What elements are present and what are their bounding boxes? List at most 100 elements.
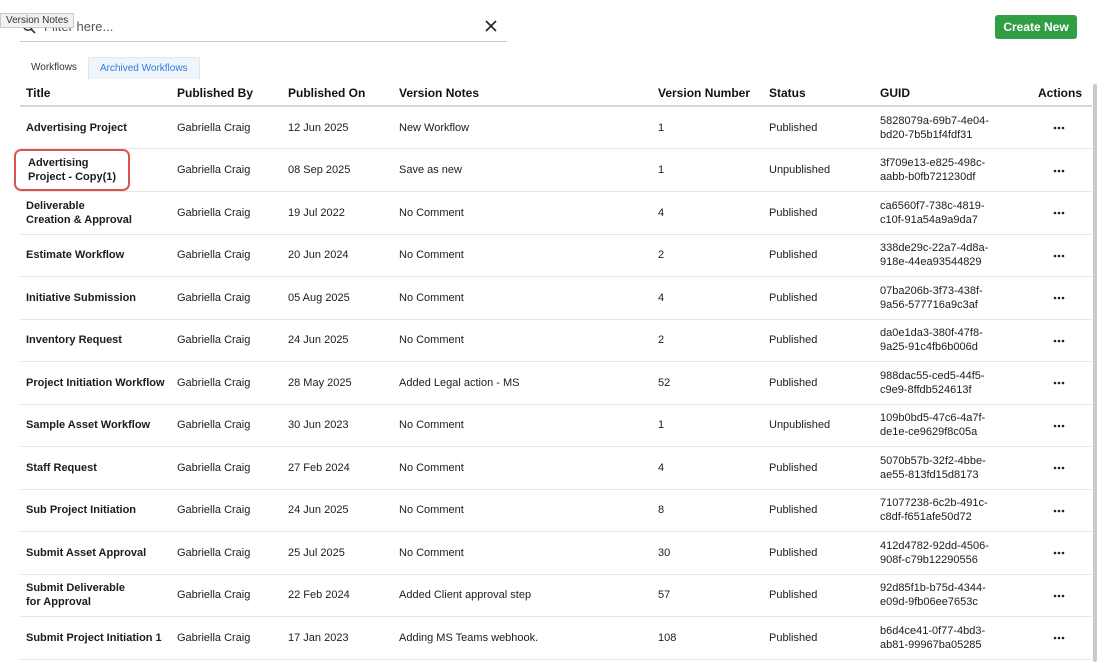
- cell-status-text: Published: [769, 121, 818, 134]
- column-header-published-on[interactable]: Published On: [282, 80, 393, 107]
- row-actions-button[interactable]: [1048, 461, 1070, 475]
- table-row[interactable]: Sub Project Initiation Gabriella Craig 24 …: [20, 489, 1092, 532]
- cell-version-notes: No Comment: [393, 276, 652, 320]
- cell-published-by-text: Gabriella Craig: [177, 376, 251, 389]
- cell-title: Advertising Project - Copy(1): [14, 148, 171, 192]
- cell-version-number-text: 57: [658, 589, 671, 602]
- column-header-published-by[interactable]: Published By: [171, 80, 282, 107]
- cell-version-notes: No Comment: [393, 404, 652, 447]
- cell-published-on: 20 Jun 2024: [282, 234, 393, 277]
- table-row[interactable]: Advertising Project Gabriella Craig 12 Jun…: [20, 106, 1092, 149]
- row-actions-button[interactable]: [1048, 291, 1070, 305]
- column-header-version-number[interactable]: Version Number: [652, 80, 763, 107]
- column-header-version-notes[interactable]: Version Notes: [393, 80, 652, 107]
- row-actions-button[interactable]: [1048, 589, 1070, 603]
- cell-status: Published: [763, 106, 874, 149]
- cell-published-on: 22 Feb 2024: [282, 574, 393, 617]
- table-row[interactable]: Staff Request Gabriella Craig 27 Feb 2024 N…: [20, 446, 1092, 490]
- cell-title-text[interactable]: Advertising Project: [26, 121, 165, 135]
- cell-actions: [1026, 234, 1092, 277]
- cell-guid-text: 07ba206b-3f73-438f- 9a56-577716a9c3af: [880, 284, 983, 311]
- table-row[interactable]: Submit Project Initiation 1 Gabriella Cra…: [20, 616, 1092, 660]
- cell-version-notes-text: No Comment: [399, 291, 464, 304]
- table-row[interactable]: Estimate Workflow Gabriella Craig 20 Jun 2…: [20, 234, 1092, 277]
- cell-guid: 07ba206b-3f73-438f- 9a56-577716a9c3af: [874, 276, 1026, 320]
- row-actions-button[interactable]: [1048, 206, 1070, 220]
- column-header-guid[interactable]: GUID: [874, 80, 1026, 107]
- cell-version-number-text: 4: [658, 291, 665, 304]
- cell-version-notes-text: No Comment: [399, 546, 464, 559]
- table-row[interactable]: Deliverable Creation & Approval Gabriella…: [20, 191, 1092, 235]
- vertical-scrollbar[interactable]: [1093, 84, 1097, 662]
- row-actions-button[interactable]: [1048, 249, 1070, 263]
- column-header-status[interactable]: Status: [763, 80, 874, 107]
- cell-status: Published: [763, 234, 874, 277]
- filter-input[interactable]: [44, 19, 474, 34]
- tab-archived-workflows[interactable]: Archived Workflows: [87, 57, 200, 79]
- table-row[interactable]: Inventory Request Gabriella Craig 24 Jun 2…: [20, 319, 1092, 362]
- cell-title-text[interactable]: Inventory Request: [26, 333, 165, 347]
- more-horizontal-icon: [1053, 211, 1065, 215]
- row-actions-button[interactable]: [1048, 164, 1070, 178]
- cell-status-text: Published: [769, 291, 818, 304]
- cell-status: Published: [763, 531, 874, 575]
- more-horizontal-icon: [1053, 381, 1065, 385]
- cell-status: Published: [763, 489, 874, 532]
- table-row[interactable]: Initiative Submission Gabriella Craig 05 A…: [20, 276, 1092, 320]
- table-row[interactable]: Sample Asset Workflow Gabriella Craig 30 J…: [20, 404, 1092, 447]
- cell-guid: da0e1da3-380f-47f8- 9a25-91c4fb6b006d: [874, 319, 1026, 362]
- cell-version-notes-text: No Comment: [399, 461, 464, 474]
- cell-guid: 71077238-6c2b-491c- c8df-f651afe50d72: [874, 489, 1026, 532]
- cell-title-text[interactable]: Estimate Workflow: [26, 248, 165, 262]
- cell-published-by: Gabriella Craig: [171, 234, 282, 277]
- cell-guid: ca6560f7-738c-4819- c10f-91a54a9a9da7: [874, 191, 1026, 235]
- close-icon[interactable]: [483, 18, 499, 34]
- column-header-title[interactable]: Title: [20, 80, 171, 107]
- cell-version-notes-text: No Comment: [399, 206, 464, 219]
- cell-guid-text: 109b0bd5-47c6-4a7f- de1e-ce9629f8c05a: [880, 412, 986, 439]
- cell-actions: [1026, 361, 1092, 405]
- row-actions-button[interactable]: [1048, 334, 1070, 348]
- cell-title-text[interactable]: Sub Project Initiation: [26, 503, 165, 517]
- cell-title-text[interactable]: Initiative Submission: [26, 291, 165, 305]
- cell-published-on: 08 Sep 2025: [282, 148, 393, 192]
- cell-title-text[interactable]: Submit Asset Approval: [26, 546, 165, 560]
- cell-version-number-text: 2: [658, 249, 665, 262]
- cell-published-on: 12 Jun 2025: [282, 106, 393, 149]
- cell-title-text[interactable]: Project Initiation Workflow: [26, 376, 165, 390]
- cell-version-notes: No Comment: [393, 234, 652, 277]
- table-row[interactable]: Project Initiation Workflow Gabriella Cra…: [20, 361, 1092, 405]
- cell-title-text[interactable]: Staff Request: [26, 461, 165, 475]
- row-actions-button[interactable]: [1048, 419, 1070, 433]
- cell-guid-text: 412d4782-92dd-4506- 908f-c79b12290556: [880, 539, 989, 566]
- row-actions-button[interactable]: [1048, 546, 1070, 560]
- cell-version-notes-text: No Comment: [399, 419, 464, 432]
- cell-title-text[interactable]: Submit Project Initiation 1: [26, 631, 165, 645]
- cell-title-text[interactable]: Sample Asset Workflow: [26, 418, 165, 432]
- create-new-button[interactable]: Create New: [995, 15, 1077, 39]
- row-actions-button[interactable]: [1048, 121, 1070, 135]
- cell-title-text[interactable]: Deliverable Creation & Approval: [26, 199, 165, 227]
- more-horizontal-icon: [1053, 466, 1065, 470]
- cell-status: Published: [763, 446, 874, 490]
- cell-published-on-text: 12 Jun 2025: [288, 121, 349, 134]
- cell-published-by: Gabriella Craig: [171, 148, 282, 192]
- cell-version-number: 4: [652, 191, 763, 235]
- tab-workflows[interactable]: Workflows: [20, 57, 88, 79]
- table-row[interactable]: Advertising Project - Copy(1) Gabriella C…: [14, 148, 1092, 192]
- more-horizontal-icon: [1053, 169, 1065, 172]
- cell-status: Published: [763, 361, 874, 405]
- cell-title-text[interactable]: Submit Deliverable for Approval: [26, 581, 165, 609]
- row-actions-button[interactable]: [1048, 631, 1070, 645]
- cell-published-by-text: Gabriella Craig: [177, 164, 251, 176]
- row-actions-button[interactable]: [1048, 504, 1070, 518]
- table-row[interactable]: Submit Asset Approval Gabriella Craig 25 J…: [20, 531, 1092, 575]
- cell-published-by: Gabriella Craig: [171, 191, 282, 235]
- row-actions-button[interactable]: [1048, 376, 1070, 390]
- cell-guid: 988dac55-ced5-44f5- c9e9-8ffdb524613f: [874, 361, 1026, 405]
- cell-version-notes: Save as new: [393, 148, 652, 192]
- cell-published-by: Gabriella Craig: [171, 489, 282, 532]
- cell-title-text[interactable]: Advertising Project - Copy(1): [14, 149, 131, 191]
- table-row[interactable]: Submit Deliverable for Approval Gabriella…: [20, 574, 1092, 617]
- cell-guid-text: 92d85f1b-b75d-4344- e09d-9fb06ee7653c: [880, 582, 986, 609]
